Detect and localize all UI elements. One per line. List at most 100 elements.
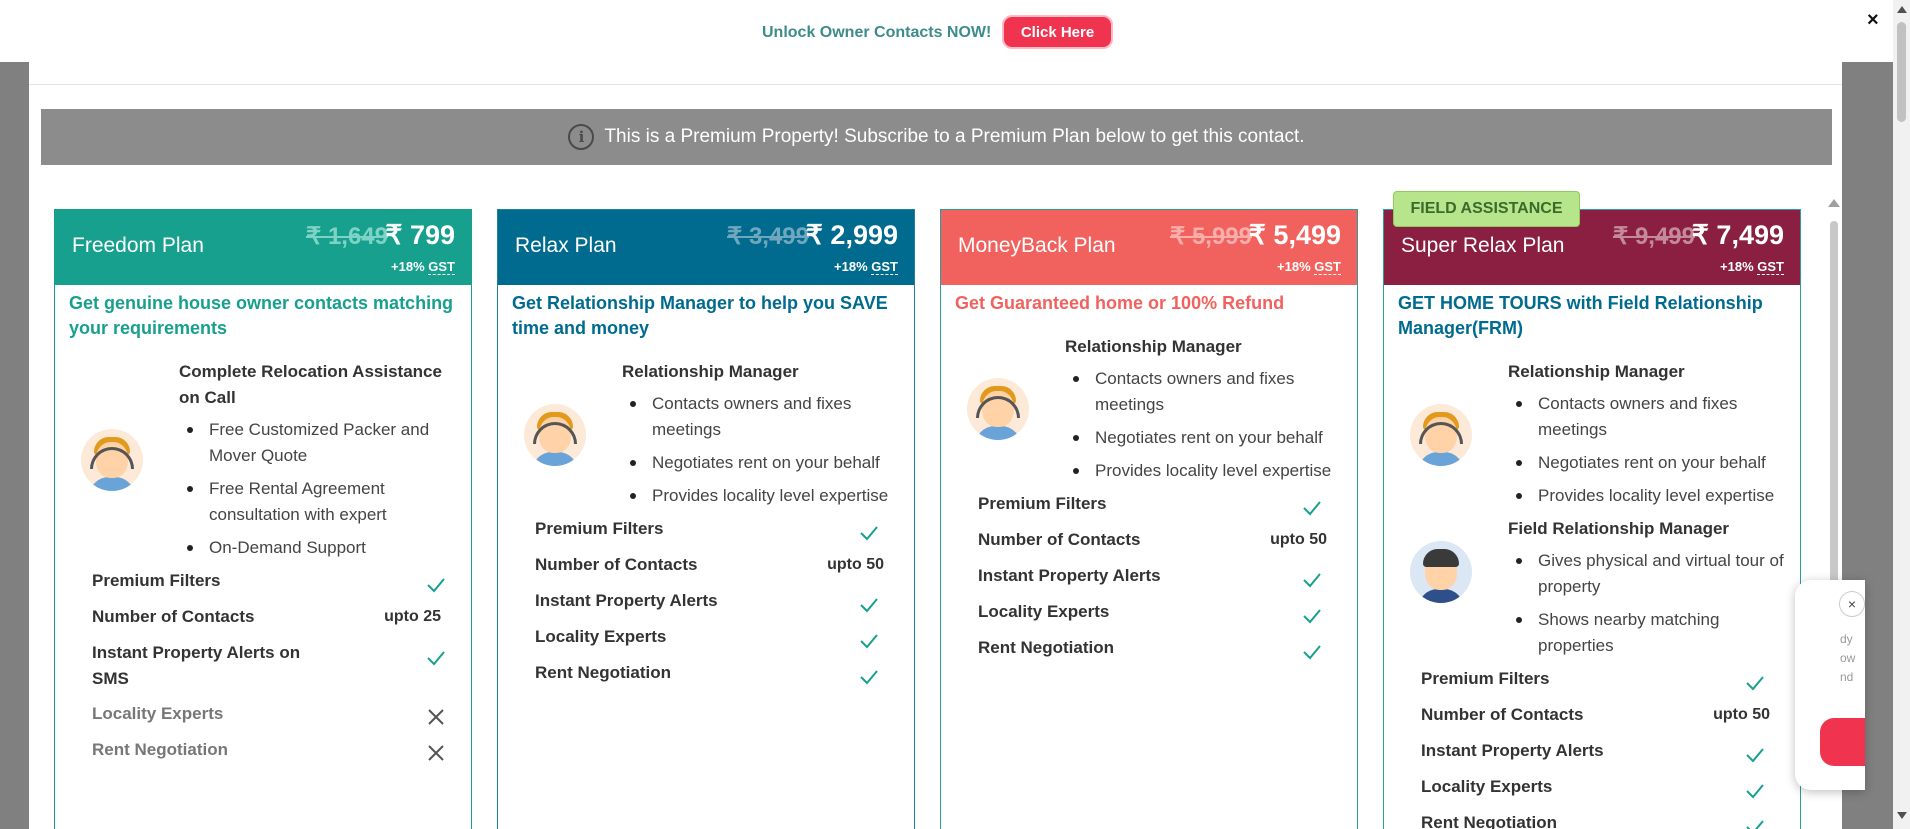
check-icon	[1746, 676, 1764, 691]
plan-header: Freedom Plan ₹ 1,649 ₹ 799 +18% GST	[55, 210, 471, 285]
list-item: Provides locality level expertise	[1508, 483, 1793, 509]
old-price: ₹ 1,649	[306, 223, 388, 250]
list-item: Contacts owners and fixes meetings	[622, 391, 907, 443]
feature-rent-negotiation: Rent Negotiation	[978, 638, 1114, 657]
plan-card-relax[interactable]: Relax Plan ₹ 3,499 ₹ 2,999 +18% GST Get …	[497, 209, 915, 829]
feature-number-of-contacts: Number of Contacts	[535, 555, 698, 574]
rm-bullets: Contacts owners and fixes meetings Negot…	[1065, 366, 1350, 491]
divider	[29, 84, 1842, 85]
plan-card-freedom[interactable]: Freedom Plan ₹ 1,649 ₹ 799 +18% GST Get …	[54, 209, 472, 829]
chat-line: dy	[1840, 632, 1853, 646]
plan-name: Freedom Plan	[72, 234, 204, 257]
plan-card-super-relax[interactable]: Super Relax Plan ₹ 9,499 ₹ 7,499 +18% GS…	[1383, 209, 1801, 829]
gst-note: +18% GST	[1277, 259, 1341, 275]
section-title: Relationship Manager	[1065, 337, 1242, 356]
gst-link[interactable]: GST	[1314, 259, 1341, 275]
list-item: Provides locality level expertise	[1065, 458, 1350, 484]
check-icon	[1303, 573, 1321, 588]
feature-locality-experts: Locality Experts	[1421, 777, 1553, 796]
chat-text: dy ow nd	[1840, 630, 1855, 687]
gst-note: +18% GST	[1720, 259, 1784, 275]
list-item: Negotiates rent on your behalf	[622, 450, 907, 476]
feature-locality-experts: Locality Experts	[535, 627, 667, 646]
list-item: Contacts owners and fixes meetings	[1508, 391, 1793, 443]
gst-link[interactable]: GST	[1757, 259, 1784, 275]
plan-header: Relax Plan ₹ 3,499 ₹ 2,999 +18% GST	[498, 210, 914, 285]
chat-line: nd	[1840, 670, 1854, 684]
feature-premium-filters: Premium Filters	[92, 571, 221, 590]
plan-tagline: Get Guaranteed home or 100% Refund	[955, 293, 1285, 313]
feature-instant-alerts: Instant Property Alerts	[535, 591, 718, 610]
new-price: ₹ 2,999	[805, 220, 898, 250]
plan-name: MoneyBack Plan	[958, 234, 1116, 257]
section-title: Relationship Manager	[1508, 362, 1685, 381]
page-scrollbar[interactable]	[1893, 0, 1910, 829]
gst-note: +18% GST	[834, 259, 898, 275]
plan-header: MoneyBack Plan ₹ 5,999 ₹ 5,499 +18% GST	[941, 210, 1357, 285]
feature-rent-negotiation: Rent Negotiation	[1421, 813, 1557, 829]
check-icon	[1303, 501, 1321, 516]
check-icon	[427, 651, 445, 666]
new-price: ₹ 7,499	[1691, 220, 1784, 250]
check-icon	[1303, 609, 1321, 624]
plan-tagline: GET HOME TOURS with Field Relationship M…	[1398, 293, 1763, 338]
old-price: ₹ 5,999	[1170, 223, 1252, 250]
plan-tagline: Get genuine house owner contacts matchin…	[69, 293, 454, 338]
feature-instant-alerts-sms: Instant Property Alerts on SMS	[92, 643, 301, 688]
contacts-count: upto 50	[1270, 531, 1327, 548]
plan-name: Super Relax Plan	[1401, 234, 1565, 257]
plan-name: Relax Plan	[515, 234, 617, 257]
section-title: Complete Relocation Assistance on Call	[179, 362, 442, 407]
cross-icon	[428, 709, 444, 725]
list-item: Free Customized Packer and Mover Quote	[179, 417, 464, 469]
relationship-manager-avatar	[967, 378, 1029, 440]
feature-number-of-contacts: Number of Contacts	[1421, 705, 1584, 724]
list-item: On-Demand Support	[179, 535, 464, 561]
check-icon	[1746, 748, 1764, 763]
new-price: ₹ 799	[385, 220, 455, 250]
relationship-manager-avatar	[81, 429, 143, 491]
feature-premium-filters: Premium Filters	[978, 494, 1107, 513]
field-assistance-badge: FIELD ASSISTANCE	[1393, 191, 1580, 227]
new-price: ₹ 5,499	[1248, 220, 1341, 250]
section2-title: Field Relationship Manager	[1508, 519, 1730, 538]
frm-bullets: Gives physical and virtual tour of prope…	[1508, 548, 1793, 666]
list-item: Negotiates rent on your behalf	[1065, 425, 1350, 451]
chat-close-icon[interactable]: ×	[1839, 591, 1865, 617]
check-icon	[860, 670, 878, 685]
rm-bullets: Contacts owners and fixes meetings Negot…	[622, 391, 907, 516]
assistance-bullets: Free Customized Packer and Mover Quote F…	[179, 417, 464, 568]
check-icon	[1746, 784, 1764, 799]
scrollbar-thumb[interactable]	[1897, 22, 1906, 122]
feature-premium-filters: Premium Filters	[535, 519, 664, 538]
feature-premium-filters: Premium Filters	[1421, 669, 1550, 688]
list-item: Free Rental Agreement consultation with …	[179, 476, 464, 528]
scroll-up-icon[interactable]	[1897, 6, 1907, 13]
feature-locality-experts: Locality Experts	[92, 704, 224, 723]
premium-banner-text: This is a Premium Property! Subscribe to…	[604, 126, 1305, 147]
list-item: Provides locality level expertise	[622, 483, 907, 509]
scroll-up-icon[interactable]	[1828, 199, 1840, 207]
close-icon[interactable]: ×	[1867, 9, 1879, 32]
feature-number-of-contacts: Number of Contacts	[92, 607, 255, 626]
gst-link[interactable]: GST	[428, 259, 455, 275]
feature-number-of-contacts: Number of Contacts	[978, 530, 1141, 549]
cross-icon	[428, 745, 444, 761]
chat-line: ow	[1840, 651, 1856, 665]
check-icon	[860, 634, 878, 649]
chat-button[interactable]	[1820, 718, 1865, 766]
contacts-count: upto 50	[1713, 706, 1770, 723]
gst-link[interactable]: GST	[871, 259, 898, 275]
field-relationship-manager-avatar	[1410, 541, 1472, 603]
list-item: Contacts owners and fixes meetings	[1065, 366, 1350, 418]
info-icon: i	[568, 124, 595, 150]
feature-instant-alerts: Instant Property Alerts	[1421, 741, 1604, 760]
list-item: Gives physical and virtual tour of prope…	[1508, 548, 1793, 600]
click-here-button[interactable]: Click Here	[1002, 15, 1113, 49]
plan-card-moneyback[interactable]: MoneyBack Plan ₹ 5,999 ₹ 5,499 +18% GST …	[940, 209, 1358, 829]
list-item: Negotiates rent on your behalf	[1508, 450, 1793, 476]
scroll-down-icon[interactable]	[1897, 812, 1907, 819]
check-icon	[1746, 820, 1764, 829]
rm-bullets: Contacts owners and fixes meetings Negot…	[1508, 391, 1793, 516]
check-icon	[1303, 645, 1321, 660]
